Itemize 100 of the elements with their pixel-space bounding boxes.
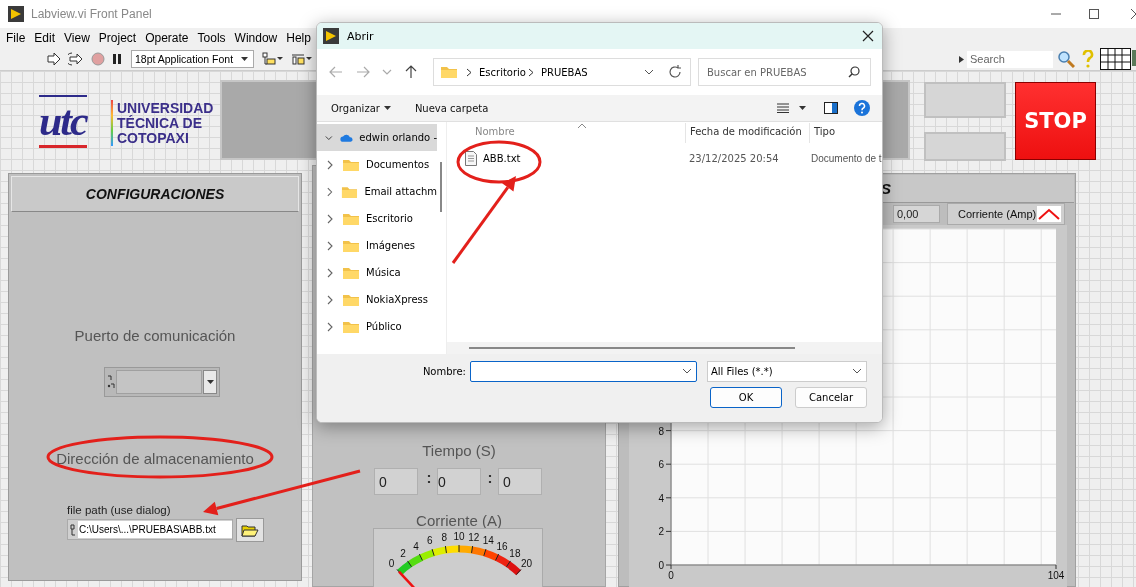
gauge-tick-label: 20 [520, 557, 533, 569]
nav-item[interactable]: NokiaXpress [317, 286, 437, 313]
axis-tick-label: 8 [658, 425, 664, 437]
menu-item[interactable]: Tools [197, 31, 226, 45]
align-objects-icon[interactable] [262, 52, 284, 66]
chevron-down-icon[interactable] [682, 368, 692, 374]
menu-item[interactable]: File [6, 31, 26, 45]
chevron-down-icon[interactable] [644, 69, 654, 75]
nav-item[interactable]: Público [317, 313, 437, 340]
text-file-icon [465, 150, 477, 166]
nav-item[interactable]: Email attachm [317, 178, 437, 205]
folder-icon [342, 265, 360, 280]
axis-tick-label: 0 [668, 570, 674, 581]
command-button[interactable]: Organizar [331, 102, 391, 114]
scrollbar-thumb[interactable] [440, 162, 442, 212]
cancel-button[interactable]: Cancelar [795, 387, 867, 408]
refresh-icon[interactable] [668, 65, 682, 79]
chevron-right-icon [527, 67, 534, 77]
menu-item[interactable]: Window [234, 31, 278, 45]
time-field: 0 [437, 468, 481, 495]
path-field[interactable]: C:\Users\...\PRUEBAS\ABB.txt [67, 519, 233, 540]
time-field: 0 [498, 468, 542, 495]
pause-icon[interactable] [112, 53, 122, 65]
scrollbar-thumb[interactable] [469, 347, 795, 349]
chevron-icon[interactable] [325, 159, 335, 170]
run-continuously-icon[interactable] [68, 52, 84, 66]
caret-icon[interactable] [799, 106, 806, 110]
nav-item[interactable]: edwin orlando - [317, 124, 437, 151]
panel-title: CONFIGURACIONES [11, 176, 299, 212]
ok-button[interactable]: OK [710, 387, 782, 408]
gauge-tick-label: 12 [468, 532, 480, 544]
folder-icon [440, 65, 458, 79]
up-arrow-icon[interactable] [405, 65, 417, 79]
nav-item[interactable]: Documentos [317, 151, 437, 178]
file-type-dropdown[interactable]: All Files (*.*) [707, 360, 867, 382]
chevron-icon[interactable] [325, 240, 335, 251]
command-button[interactable]: Nueva carpeta [414, 102, 489, 114]
address-bar[interactable]: Escritorio PRUEBAS [433, 58, 691, 86]
browse-button[interactable] [236, 518, 264, 542]
file-row[interactable]: ABB.txt 23/12/2025 20:54 Documento de t [453, 145, 882, 171]
menu-item[interactable]: Help [286, 31, 311, 45]
plot-legend[interactable]: Corriente (Amp) [947, 203, 1065, 225]
chevron-icon[interactable] [325, 186, 335, 197]
stop-button[interactable]: STOP [1015, 82, 1096, 160]
search-field[interactable]: Buscar en PRUEBAS [698, 58, 871, 86]
legend-label: Corriente (Amp) [958, 208, 1037, 220]
connector-pane-icon[interactable] [1100, 48, 1136, 70]
chevron-icon[interactable] [325, 321, 335, 332]
legend-line-icon [1037, 206, 1061, 222]
breadcrumb-item[interactable]: Escritorio [479, 66, 526, 78]
menu-item[interactable]: Edit [34, 31, 56, 45]
chevron-icon[interactable] [325, 267, 335, 278]
nav-item[interactable]: Imágenes [317, 232, 437, 259]
field-label: Puerto de comunicación [73, 327, 237, 344]
axis-tick-label: 6 [658, 459, 664, 471]
column-header[interactable]: Nombre [453, 123, 685, 143]
breadcrumb-item[interactable]: PRUEBAS [540, 66, 588, 78]
folder-icon [342, 292, 360, 307]
caret-icon [241, 57, 248, 61]
gauge-tick-label: 14 [482, 535, 494, 547]
app-icon [8, 6, 24, 22]
distribute-objects-icon[interactable] [291, 52, 313, 66]
chevron-icon[interactable] [325, 213, 335, 224]
folder-icon [341, 184, 359, 199]
preview-pane-icon[interactable] [824, 102, 838, 114]
column-header[interactable]: Tipo [809, 123, 882, 143]
menu-item[interactable]: Project [98, 31, 137, 45]
caret-icon[interactable] [206, 380, 214, 384]
caret-icon [383, 106, 391, 110]
file-name: ABB.txt [483, 152, 521, 164]
sort-caret-icon[interactable] [577, 123, 587, 129]
axis-tick-label: 4 [658, 492, 664, 504]
nav-item[interactable]: Música [317, 259, 437, 286]
help-icon[interactable] [854, 100, 870, 116]
search-field[interactable]: Search [967, 50, 1053, 68]
file-date: 23/12/2025 20:54 [688, 151, 780, 166]
run-arrow-icon[interactable] [47, 52, 61, 66]
time-separator: : [425, 469, 433, 486]
gauge-tick-label: 6 [426, 535, 433, 547]
font-dropdown[interactable]: 18pt Application Font [131, 50, 254, 68]
axis-tick-label: 0 [658, 560, 664, 571]
folder-icon [342, 319, 360, 334]
chevron-icon[interactable] [325, 294, 335, 305]
value-field: 0,00 [893, 205, 940, 223]
filename-field[interactable] [470, 360, 697, 382]
nav-item[interactable]: Escritorio [317, 205, 437, 232]
logo-mark: utc [39, 95, 87, 148]
column-header[interactable]: Fecha de modificación [685, 123, 809, 143]
search-icon[interactable] [848, 66, 860, 78]
maximize-icon[interactable] [1088, 8, 1100, 20]
expand-arrow-icon[interactable] [959, 55, 964, 63]
gauge-tick-label: 2 [400, 548, 406, 560]
time-field: 0 [374, 468, 418, 495]
gauge-tick-label: 16 [496, 540, 508, 552]
axis-tick-label: 2 [658, 526, 664, 538]
gauge-tick-label: 8 [441, 532, 447, 544]
menu-item[interactable]: View [64, 31, 90, 45]
list-view-icon[interactable] [777, 103, 789, 113]
menu-item[interactable]: Operate [145, 31, 189, 45]
field-label: file path (use dialog) [67, 504, 171, 516]
